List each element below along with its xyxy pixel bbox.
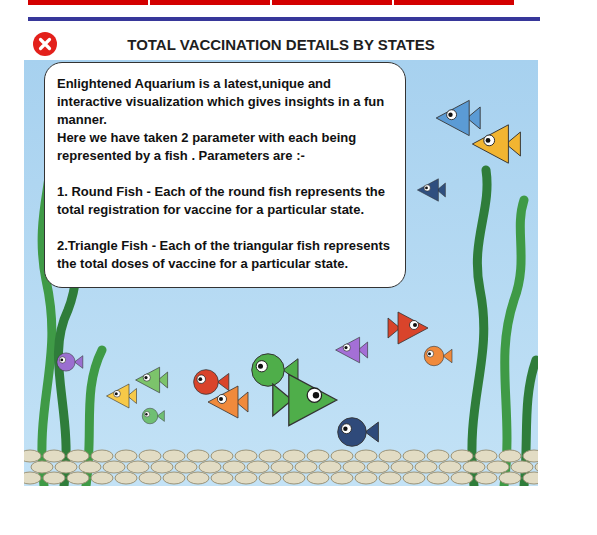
- pebble-icon: [283, 472, 305, 484]
- pebble-icon: [463, 461, 485, 473]
- triangle-fish-icon[interactable]: [107, 384, 137, 408]
- pebble-icon: [355, 472, 377, 484]
- pebble-icon: [343, 461, 365, 473]
- pebble-icon: [103, 461, 125, 473]
- info-card: Enlightened Aquarium is a latest,unique …: [44, 62, 406, 288]
- tab[interactable]: [272, 0, 392, 5]
- pebble-icon: [67, 450, 89, 462]
- pebble-icon: [79, 461, 101, 473]
- triangle-fish-icon[interactable]: [417, 179, 445, 201]
- pebble-icon: [403, 450, 425, 462]
- info-note: Here we have taken 2 parameter with each…: [57, 129, 393, 165]
- triangle-fish-icon[interactable]: [273, 374, 337, 425]
- pebble-icon: [403, 472, 425, 484]
- pebble-icon: [163, 472, 185, 484]
- pebble-icon: [139, 472, 161, 484]
- divider: [28, 17, 540, 21]
- triangle-fish-icon[interactable]: [388, 312, 428, 344]
- pebble-icon: [427, 450, 449, 462]
- tab[interactable]: [150, 0, 270, 5]
- pebble-icon: [235, 472, 257, 484]
- pebble-icon: [331, 472, 353, 484]
- pebble-icon: [139, 450, 161, 462]
- pebble-icon: [427, 472, 449, 484]
- tab-strip: [28, 0, 597, 5]
- parameter-item: 2.Triangle Fish - Each of the triangular…: [57, 237, 393, 273]
- round-fish-icon[interactable]: [57, 353, 83, 371]
- pebble-icon: [199, 461, 221, 473]
- pebble-icon: [319, 461, 341, 473]
- pebble-icon: [235, 450, 257, 462]
- pebble-icon: [55, 461, 77, 473]
- pebble-icon: [307, 450, 329, 462]
- pebble-icon: [187, 450, 209, 462]
- pebble-icon: [391, 461, 413, 473]
- page: TOTAL VACCINATION DETAILS BY STATES Enlig…: [0, 0, 597, 535]
- pebble-icon: [451, 472, 473, 484]
- pebble-icon: [295, 461, 317, 473]
- close-button[interactable]: [32, 31, 58, 57]
- pebble-icon: [91, 450, 113, 462]
- parameter-item: 1. Round Fish - Each of the round fish r…: [57, 183, 393, 219]
- pebble-icon: [451, 450, 473, 462]
- seaweed-icon: [504, 200, 524, 486]
- triangle-fish-icon[interactable]: [208, 386, 248, 418]
- pebble-icon: [307, 472, 329, 484]
- triangle-fish-icon[interactable]: [436, 100, 480, 135]
- pebble-icon: [355, 450, 377, 462]
- triangle-fish-icon[interactable]: [472, 125, 520, 163]
- dialog-title: TOTAL VACCINATION DETAILS BY STATES: [58, 36, 504, 53]
- pebble-icon: [535, 461, 538, 473]
- pebble-icon: [439, 461, 461, 473]
- pebble-icon: [24, 472, 41, 484]
- pebble-icon: [283, 450, 305, 462]
- pebble-icon: [499, 472, 521, 484]
- pebble-icon: [223, 461, 245, 473]
- pebble-icon: [415, 461, 437, 473]
- pebble-icon: [379, 450, 401, 462]
- pebble-icon: [211, 472, 233, 484]
- round-fish-icon[interactable]: [338, 418, 379, 447]
- tab[interactable]: [28, 0, 148, 5]
- seaweed-icon: [472, 170, 487, 486]
- tab[interactable]: [394, 0, 514, 5]
- pebble-icon: [91, 472, 113, 484]
- pebble-icon: [211, 450, 233, 462]
- pebble-icon: [115, 472, 137, 484]
- pebble-icon: [499, 450, 521, 462]
- round-fish-icon[interactable]: [194, 370, 229, 395]
- round-fish-icon[interactable]: [142, 408, 164, 424]
- pebble-icon: [259, 450, 281, 462]
- pebble-icon: [475, 472, 497, 484]
- dialog-header: TOTAL VACCINATION DETAILS BY STATES: [24, 29, 538, 59]
- pebble-icon: [379, 472, 401, 484]
- pebble-icon: [127, 461, 149, 473]
- pebble-icon: [43, 450, 65, 462]
- round-fish-icon[interactable]: [424, 346, 452, 366]
- pebble-icon: [24, 450, 41, 462]
- pebble-icon: [487, 461, 509, 473]
- pebble-icon: [511, 461, 533, 473]
- pebble-icon: [367, 461, 389, 473]
- pebble-icon: [67, 472, 89, 484]
- pebble-icon: [115, 450, 137, 462]
- pebble-icon: [151, 461, 173, 473]
- pebble-icon: [175, 461, 197, 473]
- aquarium: Enlightened Aquarium is a latest,unique …: [24, 60, 538, 486]
- close-icon[interactable]: [32, 31, 58, 57]
- pebble-icon: [331, 450, 353, 462]
- pebble-icon: [523, 472, 538, 484]
- pebble-icon: [31, 461, 53, 473]
- pebble-icon: [475, 450, 497, 462]
- triangle-fish-icon[interactable]: [336, 337, 368, 363]
- pebble-icon: [187, 472, 209, 484]
- pebble-icon: [271, 461, 293, 473]
- pebble-icon: [43, 472, 65, 484]
- pebble-icon: [523, 450, 538, 462]
- triangle-fish-icon[interactable]: [136, 367, 168, 393]
- pebble-icon: [247, 461, 269, 473]
- pebble-icon: [163, 450, 185, 462]
- pebble-icon: [259, 472, 281, 484]
- info-intro: Enlightened Aquarium is a latest,unique …: [57, 75, 393, 129]
